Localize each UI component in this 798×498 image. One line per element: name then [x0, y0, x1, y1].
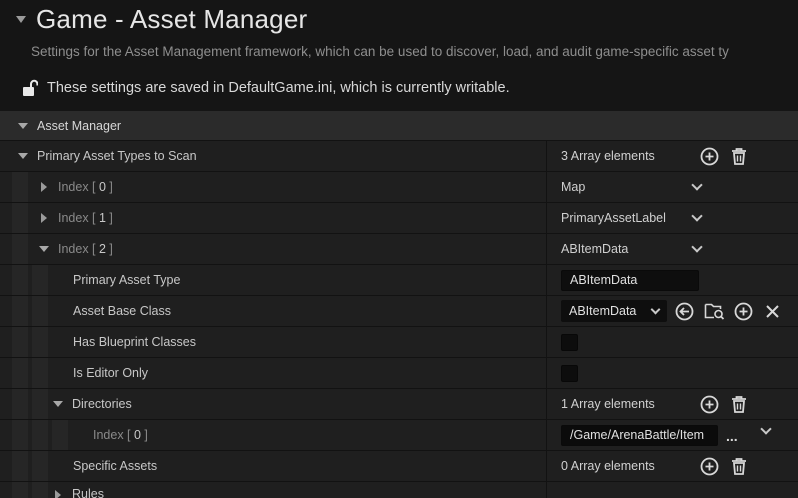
- expand-arrow-icon[interactable]: [18, 122, 28, 129]
- combo-value: Map: [561, 180, 586, 194]
- page-description: Settings for the Asset Management framew…: [31, 44, 729, 59]
- asset-type-combo[interactable]: Map: [561, 172, 703, 202]
- page-header: Game - Asset Manager: [10, 2, 307, 36]
- clear-button[interactable]: [765, 304, 780, 319]
- property-label: Primary Asset Types to Scan: [37, 149, 197, 163]
- add-circle-icon: [734, 302, 753, 321]
- array-element-row: Index [ 0 ] Map: [0, 172, 798, 203]
- property-directories: Directories 1 Array elements: [0, 389, 798, 420]
- property-asset-base-class: Asset Base Class ABItemData: [0, 296, 798, 327]
- add-element-button[interactable]: [700, 395, 719, 414]
- section-label: Asset Manager: [37, 118, 122, 133]
- expand-arrow-icon[interactable]: [41, 213, 47, 223]
- index-label: Index [ 1 ]: [58, 211, 113, 225]
- property-label: Asset Base Class: [73, 304, 171, 318]
- browse-button[interactable]: [704, 301, 725, 321]
- unlock-icon: [23, 79, 38, 96]
- has-blueprint-classes-checkbox[interactable]: [561, 333, 578, 351]
- asset-type-combo[interactable]: ABItemData: [561, 234, 703, 264]
- chevron-down-icon: [691, 210, 703, 222]
- combo-value: PrimaryAssetLabel: [561, 211, 666, 225]
- index-label: Index [ 0 ]: [58, 180, 113, 194]
- chevron-down-icon: [650, 304, 661, 314]
- use-selected-button[interactable]: [675, 302, 694, 321]
- array-count: 1 Array elements: [561, 397, 655, 411]
- add-circle-icon: [700, 395, 719, 414]
- close-icon: [766, 305, 779, 318]
- property-primary-asset-type: Primary Asset Type ABItemData: [0, 265, 798, 296]
- writable-notice: These settings are saved in DefaultGame.…: [22, 77, 510, 99]
- array-count: 0 Array elements: [561, 459, 655, 473]
- directory-element-row: Index [ 0 ] /Game/ArenaBattle/Item ...: [0, 420, 798, 451]
- property-label: Rules: [72, 487, 104, 498]
- arrow-left-circle-icon: [675, 302, 694, 321]
- writable-notice-text: These settings are saved in DefaultGame.…: [47, 80, 510, 96]
- property-label: Is Editor Only: [73, 366, 149, 380]
- empty-array-button[interactable]: [730, 457, 748, 476]
- expand-arrow-icon[interactable]: [41, 182, 47, 192]
- empty-array-button[interactable]: [730, 147, 748, 166]
- add-element-button[interactable]: [700, 457, 719, 476]
- property-has-blueprint-classes: Has Blueprint Classes: [0, 327, 798, 358]
- add-element-button[interactable]: [700, 147, 719, 166]
- element-options-button[interactable]: [760, 423, 772, 435]
- property-label: Has Blueprint Classes: [73, 335, 196, 349]
- property-label: Primary Asset Type: [73, 273, 181, 287]
- add-circle-icon: [700, 147, 719, 166]
- more-options-button[interactable]: ...: [726, 426, 738, 446]
- combo-value: ABItemData: [561, 242, 629, 256]
- asset-base-class-combo[interactable]: ABItemData: [561, 300, 667, 322]
- property-label: Directories: [72, 397, 132, 411]
- expand-arrow-icon[interactable]: [53, 401, 63, 407]
- index-label: Index [ 0 ]: [93, 428, 148, 442]
- property-label: Specific Assets: [73, 459, 158, 473]
- chevron-down-icon: [691, 179, 703, 191]
- trash-icon: [732, 396, 746, 413]
- details-grid: Asset Manager Primary Asset Types to Sca…: [0, 111, 798, 498]
- chevron-down-icon: [691, 241, 703, 253]
- directory-path-input[interactable]: /Game/ArenaBattle/Item: [561, 424, 718, 446]
- add-circle-icon: [700, 457, 719, 476]
- collapse-arrow-icon[interactable]: [16, 15, 26, 23]
- array-element-row: Index [ 1 ] PrimaryAssetLabel: [0, 203, 798, 234]
- chevron-down-icon: [760, 423, 772, 435]
- expand-arrow-icon[interactable]: [39, 246, 49, 252]
- property-is-editor-only: Is Editor Only: [0, 358, 798, 389]
- array-count: 3 Array elements: [561, 149, 655, 163]
- property-specific-assets: Specific Assets 0 Array elements: [0, 451, 798, 482]
- section-asset-manager[interactable]: Asset Manager: [0, 111, 798, 141]
- property-primary-asset-types: Primary Asset Types to Scan 3 Array elem…: [0, 141, 798, 172]
- page-title: Game - Asset Manager: [36, 3, 308, 34]
- is-editor-only-checkbox[interactable]: [561, 364, 578, 382]
- expand-arrow-icon[interactable]: [55, 490, 61, 498]
- empty-array-button[interactable]: [730, 395, 748, 414]
- index-label: Index [ 2 ]: [58, 242, 113, 256]
- primary-asset-type-input[interactable]: ABItemData: [561, 269, 699, 291]
- trash-icon: [732, 458, 746, 475]
- folder-search-icon: [704, 303, 725, 320]
- add-button[interactable]: [734, 302, 753, 321]
- asset-type-combo[interactable]: PrimaryAssetLabel: [561, 203, 703, 233]
- expand-arrow-icon[interactable]: [18, 153, 28, 159]
- property-rules: Rules: [0, 482, 798, 498]
- array-element-row: Index [ 2 ] ABItemData: [0, 234, 798, 265]
- trash-icon: [732, 148, 746, 165]
- combo-value: ABItemData: [569, 304, 637, 318]
